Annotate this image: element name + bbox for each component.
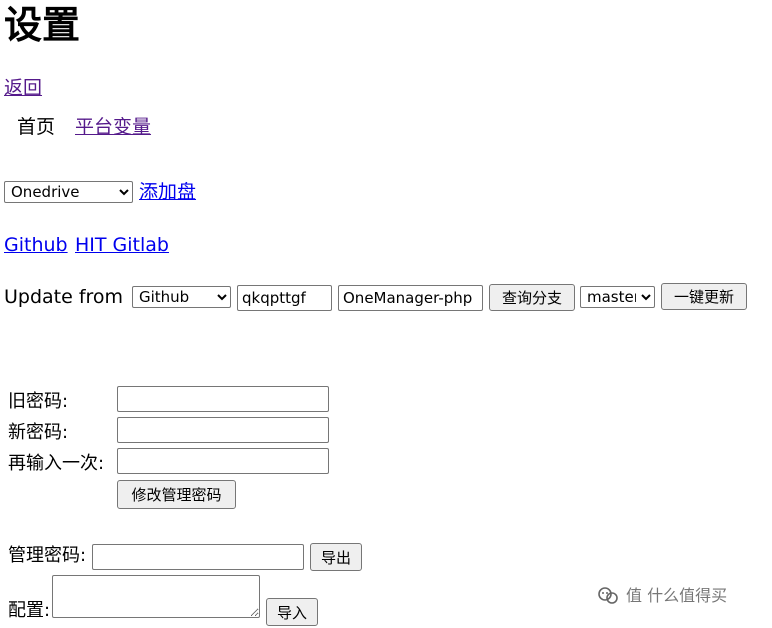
update-from-label: Update from	[4, 286, 124, 308]
branch-select[interactable]: master	[580, 286, 655, 308]
update-user-input[interactable]	[237, 285, 332, 311]
export-password-label: 管理密码:	[8, 545, 87, 566]
update-repo-input[interactable]	[338, 285, 483, 311]
one-click-update-button[interactable]: 一键更新	[661, 283, 747, 310]
import-button[interactable]: 导入	[266, 598, 318, 626]
repeat-password-label: 再输入一次:	[8, 453, 105, 474]
export-button[interactable]: 导出	[310, 543, 362, 571]
nav-home-label: 首页	[17, 116, 56, 138]
add-drive-link[interactable]: 添加盘	[139, 180, 196, 204]
github-link[interactable]: Github	[4, 233, 68, 257]
new-password-input[interactable]	[117, 417, 329, 443]
update-source-select[interactable]: Github	[132, 286, 231, 308]
page-title: 设置	[4, 3, 81, 47]
query-branch-button[interactable]: 查询分支	[489, 284, 575, 311]
export-password-input[interactable]	[92, 544, 304, 570]
old-password-input[interactable]	[117, 386, 329, 412]
change-admin-password-button[interactable]: 修改管理密码	[117, 480, 236, 509]
back-link[interactable]: 返回	[4, 76, 42, 100]
drive-select[interactable]: Onedrive	[4, 181, 133, 203]
old-password-label: 旧密码:	[8, 391, 69, 412]
watermark: 值 什么值得买	[596, 584, 727, 608]
new-password-label: 新密码:	[8, 422, 69, 443]
config-label: 配置:	[8, 600, 51, 621]
nav-platform-vars-link[interactable]: 平台变量	[75, 115, 151, 139]
hit-gitlab-link[interactable]: HIT Gitlab	[75, 233, 169, 257]
config-textarea[interactable]	[52, 575, 260, 618]
watermark-logo-icon	[598, 587, 618, 604]
watermark-text: 值 什么值得买	[626, 586, 728, 605]
repeat-password-input[interactable]	[117, 448, 329, 474]
